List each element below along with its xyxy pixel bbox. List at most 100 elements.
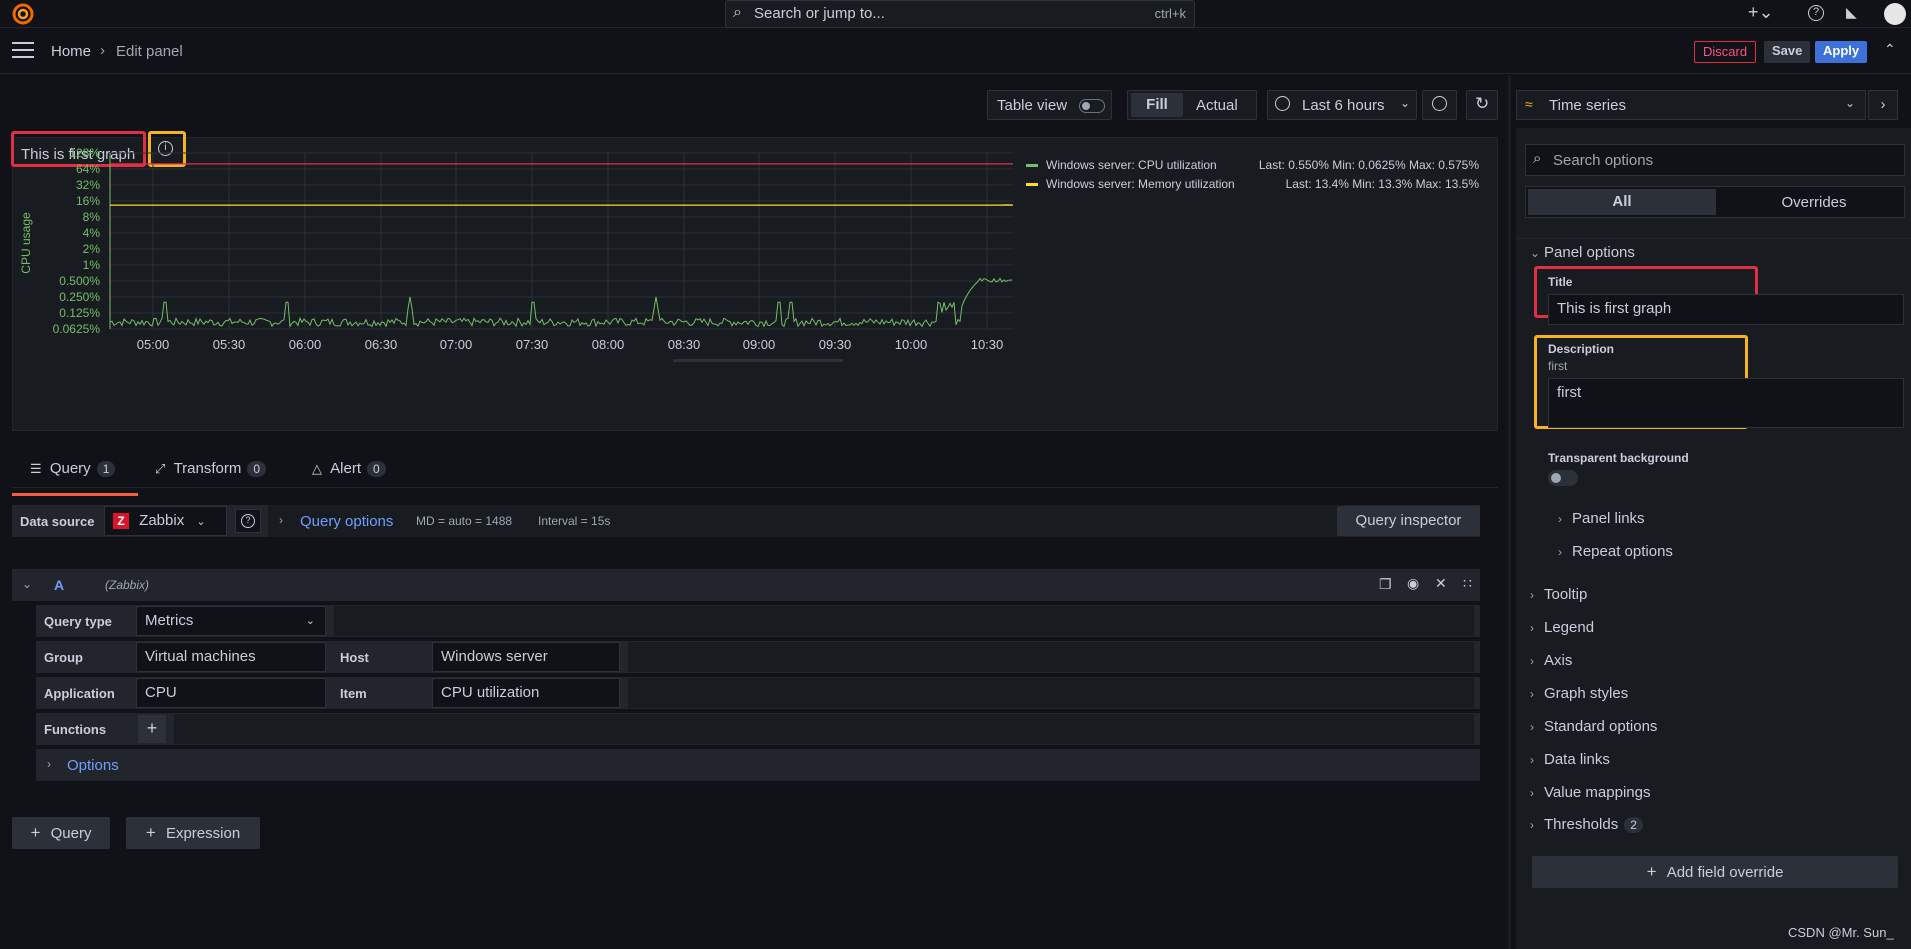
plus-icon[interactable]: +⌄ (1748, 2, 1774, 23)
chevron-down-icon: ⌄ (1530, 246, 1541, 260)
title-label: Title (1548, 275, 1573, 289)
description-textarea[interactable]: first (1548, 378, 1904, 428)
datasource-row: Data source Z Zabbix ⌄ ? › Query options… (12, 505, 1480, 537)
item-input[interactable]: CPU utilization (432, 678, 620, 708)
table-view-switch[interactable] (1079, 99, 1105, 113)
interval-info: Interval = 15s (538, 514, 611, 528)
collapse-query-icon[interactable]: ⌄ (22, 577, 32, 591)
refresh-button[interactable]: ↻ (1466, 90, 1498, 120)
query-type-select[interactable]: Metrics ⌄ (136, 606, 326, 636)
zoom-out-button[interactable] (1422, 90, 1457, 120)
row-filler (174, 714, 1474, 744)
copy-icon[interactable]: ❐ (1379, 576, 1392, 593)
trash-icon[interactable]: ✕ (1435, 575, 1447, 592)
y-tick-label: 1% (83, 258, 101, 272)
shortcut-hint: ctrl+k (1154, 6, 1186, 21)
repeat-options-header[interactable]: › Repeat options (1558, 543, 1673, 560)
query-inspector-button[interactable]: Query inspector (1337, 506, 1480, 536)
chevron-down-icon: ⌄ (196, 516, 206, 528)
visualization-picker[interactable]: ≈ Time series ⌄ (1516, 90, 1866, 120)
discard-button[interactable]: Discard (1694, 41, 1757, 63)
group-input[interactable]: Virtual machines (136, 642, 326, 672)
drag-handle-icon[interactable]: ∷ (1463, 575, 1472, 592)
breadcrumb-home[interactable]: Home (51, 43, 91, 60)
tab-transform[interactable]: ⤢ Transform 0 (155, 460, 267, 477)
tab-query-label: Query (49, 460, 91, 477)
tab-all[interactable]: All (1528, 189, 1716, 215)
chevron-down-icon: ⌄ (305, 615, 315, 627)
options-section-label: Standard options (1544, 718, 1658, 735)
chevron-right-icon: › (1880, 96, 1886, 113)
actual-button[interactable]: Actual (1196, 97, 1238, 114)
close-options-button[interactable]: › (1868, 90, 1898, 120)
options-link[interactable]: Options (67, 757, 119, 774)
tab-alert[interactable]: △ Alert 0 (312, 460, 386, 477)
add-function-button[interactable]: + (138, 715, 166, 743)
options-tabs: All Overrides (1525, 186, 1905, 218)
search-bar[interactable]: ⌕ Search or jump to... ctrl+k (725, 0, 1195, 28)
options-section-axis[interactable]: › Axis (1530, 652, 1572, 669)
thresholds-header[interactable]: › Thresholds 2 (1530, 816, 1643, 833)
query-options-bar[interactable]: › Query options MD = auto = 1488 Interva… (268, 505, 1344, 537)
fill-button[interactable]: Fill (1131, 93, 1183, 117)
options-section-label: Legend (1544, 619, 1595, 636)
avatar[interactable] (1884, 3, 1906, 25)
time-range-picker[interactable]: Last 6 hours ⌄ (1267, 90, 1417, 120)
options-search[interactable]: ⌕ Search options (1525, 144, 1905, 176)
query-options-link[interactable]: Query options (300, 513, 393, 530)
eye-icon[interactable]: ◉ (1407, 575, 1419, 592)
database-icon: ☰ (30, 461, 42, 476)
application-input[interactable]: CPU (136, 678, 326, 708)
add-expression-button[interactable]: + Expression (126, 817, 260, 849)
query-type-value: Metrics (145, 612, 194, 629)
collapse-icon[interactable]: ⌃ (1884, 41, 1896, 58)
table-view-toggle[interactable]: Table view (987, 90, 1112, 120)
options-section-value-mappings[interactable]: › Value mappings (1530, 784, 1650, 801)
application-item-row: Application CPU Item CPU utilization (36, 677, 1480, 709)
news-icon[interactable]: ◣ (1846, 4, 1857, 21)
tab-query[interactable]: ☰ Query 1 (12, 460, 138, 496)
breadcrumb-separator-icon: › (100, 42, 105, 59)
tab-overrides[interactable]: Overrides (1724, 194, 1904, 211)
chevron-right-icon: › (1530, 588, 1534, 602)
top-bar: ⌕ Search or jump to... ctrl+k +⌄ ? ◣ (0, 0, 1911, 28)
host-input[interactable]: Windows server (432, 642, 620, 672)
panel-options-header[interactable]: ⌄ Panel options (1530, 244, 1635, 261)
chevron-down-icon: ⌄ (1400, 96, 1411, 110)
y-tick-label: 64% (76, 162, 100, 176)
y-tick-label: 8% (83, 210, 101, 224)
add-field-override-button[interactable]: + Add field override (1532, 856, 1898, 888)
chevron-right-icon: › (1558, 512, 1562, 526)
datasource-help-button[interactable]: ? (235, 509, 261, 533)
options-section-data-links[interactable]: › Data links (1530, 751, 1610, 768)
datasource-picker[interactable]: Z Zabbix ⌄ (104, 506, 227, 536)
options-section-tooltip[interactable]: › Tooltip (1530, 586, 1587, 603)
help-icon[interactable]: ? (1808, 5, 1824, 21)
menu-icon[interactable] (12, 42, 34, 58)
query-ref-id[interactable]: A (54, 577, 64, 593)
chevron-right-icon: › (1530, 621, 1534, 635)
x-tick-label: 10:00 (895, 337, 928, 352)
panel-links-header[interactable]: › Panel links (1558, 510, 1645, 527)
apply-button[interactable]: Apply (1815, 41, 1868, 63)
bell-icon: △ (312, 461, 322, 476)
save-button[interactable]: Save (1764, 41, 1811, 63)
add-query-button[interactable]: + Query (12, 817, 110, 849)
series-cpu-line (109, 277, 1013, 328)
chevron-right-icon: › (1530, 720, 1534, 734)
options-row[interactable]: › Options (36, 749, 1480, 781)
splitter[interactable] (1508, 75, 1511, 949)
options-section-graph-styles[interactable]: › Graph styles (1530, 685, 1628, 702)
options-section-standard-options[interactable]: › Standard options (1530, 718, 1657, 735)
chevron-right-icon: › (279, 513, 283, 527)
search-icon: ⌕ (733, 4, 742, 21)
grafana-logo-icon[interactable] (12, 3, 34, 25)
fill-actual-group: Fill Actual (1127, 90, 1257, 120)
title-input[interactable]: This is first graph (1548, 294, 1904, 325)
transparent-switch[interactable] (1548, 470, 1578, 486)
chart-svg: 128% 64% 32% 16% 8% 4% 2% 1% 0.500% 0.250% 0.125% 0… (19, 146, 1479, 362)
tab-transform-count: 0 (247, 461, 267, 477)
help-icon: ? (241, 514, 255, 528)
options-section-legend[interactable]: › Legend (1530, 619, 1594, 636)
breadcrumb-current: Edit panel (116, 43, 183, 60)
